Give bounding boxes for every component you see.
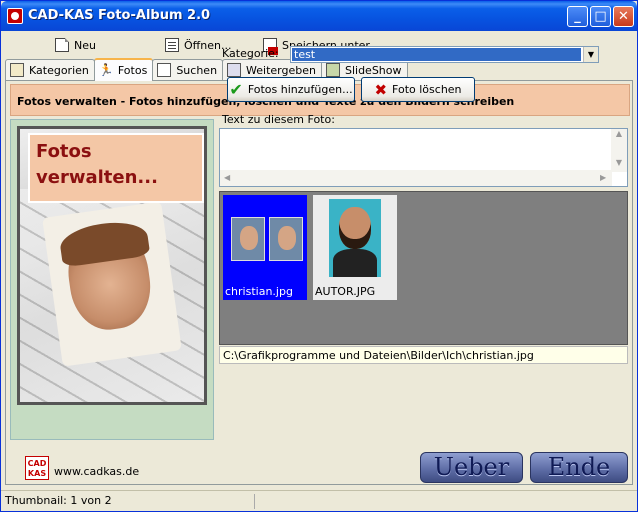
thumbnail-image bbox=[329, 199, 381, 277]
app-icon[interactable] bbox=[7, 8, 23, 24]
title-bar[interactable]: CAD-KAS Foto-Album 2.0 _ □ ✕ bbox=[1, 1, 637, 31]
thumbnail-caption: christian.jpg bbox=[225, 285, 293, 298]
app-window: CAD-KAS Foto-Album 2.0 _ □ ✕ Neu Öffnen.… bbox=[0, 0, 638, 512]
category-select[interactable]: test ▼ bbox=[290, 46, 599, 63]
tab-label: Weitergeben bbox=[246, 63, 316, 77]
exit-button[interactable]: Ende bbox=[530, 452, 628, 483]
scroll-right-icon[interactable]: ▶ bbox=[600, 173, 606, 182]
new-label: Neu bbox=[74, 38, 96, 52]
file-path-display: C:\Grafikprogramme und Dateien\Bilder\Ic… bbox=[219, 346, 628, 364]
headline-line-1: Fotos bbox=[36, 141, 92, 162]
thumbnail-image bbox=[269, 217, 303, 261]
window-title: CAD-KAS Foto-Album 2.0 bbox=[28, 8, 211, 23]
category-value: test bbox=[292, 48, 581, 61]
face-image bbox=[62, 224, 156, 335]
share-icon bbox=[227, 63, 242, 77]
photo-text-label: Text zu diesem Foto: bbox=[222, 113, 335, 126]
tab-label: Suchen bbox=[176, 63, 218, 77]
illustration-headline: Fotos verwalten... bbox=[28, 133, 204, 203]
status-bar: Thumbnail: 1 von 2 bbox=[1, 490, 637, 511]
vertical-scrollbar[interactable]: ▲ ▼ bbox=[611, 129, 627, 172]
slideshow-icon bbox=[325, 63, 340, 77]
search-icon bbox=[157, 63, 172, 77]
open-document-icon bbox=[165, 38, 179, 52]
website-link[interactable]: www.cadkas.de bbox=[54, 465, 139, 478]
scroll-down-icon[interactable]: ▼ bbox=[611, 158, 627, 172]
delete-photo-button[interactable]: ✖ Foto löschen bbox=[361, 77, 475, 102]
new-document-icon bbox=[55, 38, 69, 52]
maximize-button[interactable]: □ bbox=[590, 6, 611, 27]
illustration-photo: Fotos verwalten... bbox=[17, 126, 207, 405]
running-person-icon bbox=[99, 63, 114, 78]
thumbnail-image bbox=[231, 217, 265, 261]
delete-x-icon: ✖ bbox=[374, 80, 388, 99]
tab-label: Fotos bbox=[117, 64, 148, 77]
chevron-down-icon[interactable]: ▼ bbox=[583, 47, 598, 62]
tab-suchen[interactable]: Suchen bbox=[152, 59, 224, 80]
thumbnail-item[interactable]: christian.jpg bbox=[223, 195, 307, 300]
tab-label: Kategorien bbox=[29, 63, 89, 77]
new-button[interactable]: Neu bbox=[55, 36, 96, 54]
status-secondary bbox=[259, 494, 635, 509]
status-thumbnail-count: Thumbnail: 1 von 2 bbox=[5, 494, 255, 509]
about-button[interactable]: Ueber bbox=[420, 452, 523, 483]
close-button[interactable]: ✕ bbox=[613, 6, 634, 27]
scroll-up-icon[interactable]: ▲ bbox=[611, 129, 627, 143]
photo-text-input[interactable]: ▲ ▼ ◀ ▶ bbox=[219, 128, 628, 187]
thumbnail-list[interactable]: christian.jpg AUTOR.JPG bbox=[219, 191, 628, 345]
horizontal-scrollbar[interactable]: ◀ ▶ bbox=[220, 170, 612, 186]
tab-label: SlideShow bbox=[344, 63, 402, 77]
scroll-left-icon[interactable]: ◀ bbox=[224, 173, 230, 182]
minimize-button[interactable]: _ bbox=[567, 6, 588, 27]
delete-photo-label: Foto löschen bbox=[392, 83, 462, 96]
categories-icon bbox=[10, 63, 24, 77]
checkmark-icon: ✔ bbox=[229, 80, 243, 99]
add-photos-button[interactable]: ✔ Fotos hinzufügen... bbox=[227, 77, 355, 102]
headline-line-2: verwalten... bbox=[36, 167, 158, 188]
thumbnail-item[interactable]: AUTOR.JPG bbox=[313, 195, 397, 300]
category-label: Kategorie: bbox=[222, 47, 279, 60]
add-photos-label: Fotos hinzufügen... bbox=[247, 83, 353, 96]
cadkas-logo: CAD KAS bbox=[25, 456, 49, 480]
scroll-track[interactable] bbox=[611, 143, 627, 158]
thumbnail-caption: AUTOR.JPG bbox=[315, 285, 376, 298]
tab-fotos[interactable]: Fotos bbox=[93, 58, 154, 81]
tab-kategorien[interactable]: Kategorien bbox=[5, 59, 95, 80]
portrait-card bbox=[42, 201, 182, 367]
illustration-pane: Fotos verwalten... bbox=[10, 119, 214, 440]
